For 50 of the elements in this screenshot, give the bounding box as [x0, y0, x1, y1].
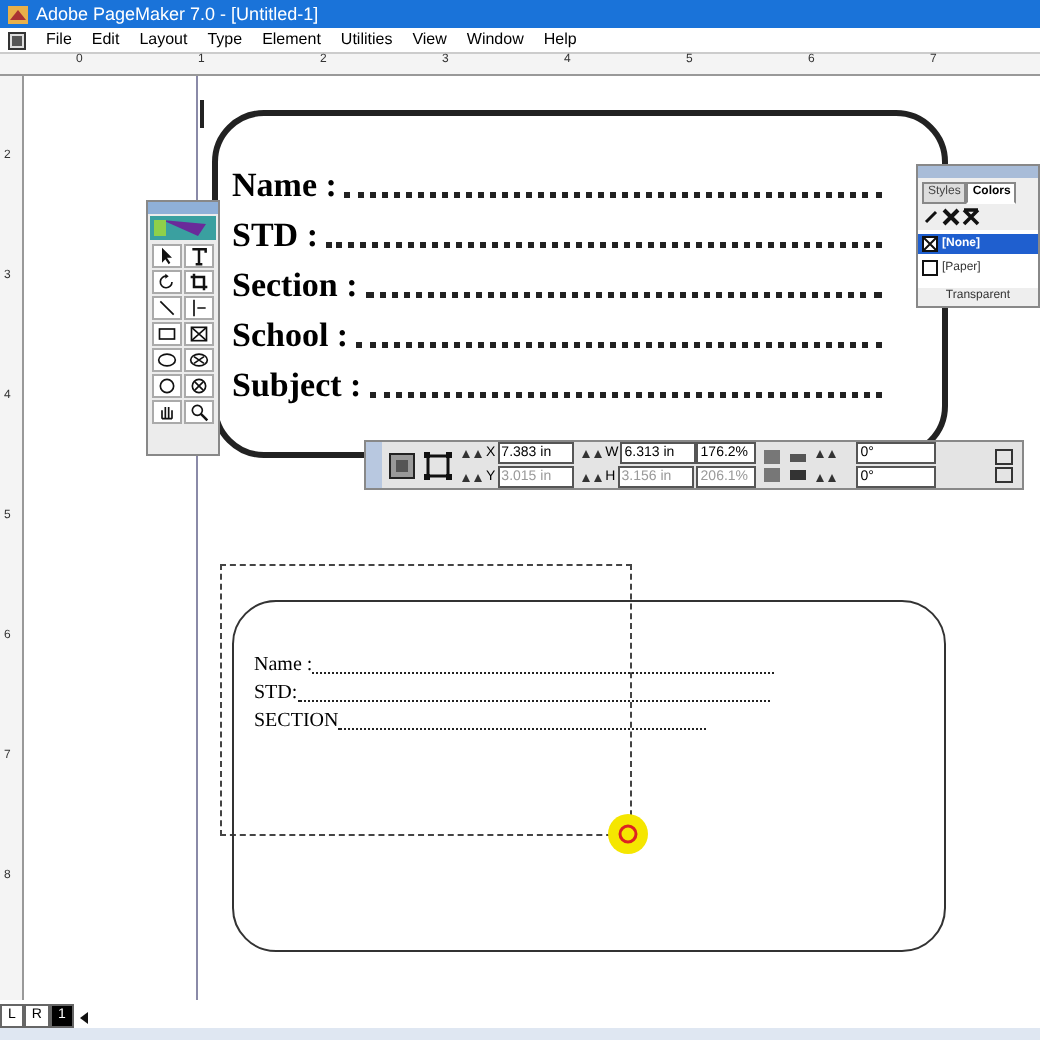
- menu-item[interactable]: Edit: [91, 32, 120, 48]
- nudge-icon[interactable]: [460, 447, 484, 459]
- scale-icon[interactable]: [762, 447, 783, 483]
- field-label: STD:: [254, 682, 298, 706]
- zoom-tool-icon[interactable]: [184, 400, 214, 424]
- menu-item[interactable]: Window: [466, 32, 524, 48]
- document-icon[interactable]: [8, 31, 26, 49]
- text-cursor: [200, 100, 206, 128]
- mouse-cursor-icon: [606, 812, 650, 856]
- crop-icon[interactable]: [184, 270, 214, 294]
- text-tool-icon[interactable]: [184, 244, 214, 268]
- menu-item[interactable]: Utilities: [340, 32, 393, 48]
- menu-item[interactable]: View: [412, 32, 447, 48]
- color-swatch-icon: [150, 216, 216, 240]
- nudge-icon[interactable]: [460, 471, 484, 483]
- field-label: Subject :: [232, 367, 362, 401]
- menu-item[interactable]: Layout: [139, 32, 188, 48]
- ellipse-tool-icon[interactable]: [152, 348, 182, 372]
- window-title: Adobe PageMaker 7.0 - [Untitled-1]: [36, 5, 319, 23]
- nudge-icon[interactable]: [579, 447, 604, 459]
- rectangle-frame-icon[interactable]: [184, 322, 214, 346]
- rotate-icon[interactable]: [152, 270, 182, 294]
- rectangle-tool-icon[interactable]: [152, 322, 182, 346]
- nudge-icon[interactable]: [579, 471, 604, 483]
- cross-icon[interactable]: [942, 208, 960, 226]
- app-icon: [8, 5, 28, 23]
- field-label: SECTION: [254, 710, 339, 734]
- field-label: STD :: [232, 217, 318, 251]
- pointer-icon[interactable]: [152, 244, 182, 268]
- boxed-cross-icon[interactable]: [962, 208, 980, 226]
- menu-item[interactable]: Help: [543, 32, 577, 48]
- apply-icon[interactable]: [994, 447, 1014, 483]
- hand-tool-icon[interactable]: [152, 400, 182, 424]
- field-label: Name :: [232, 167, 337, 201]
- field-label: Section :: [232, 267, 358, 301]
- pencil-icon[interactable]: [922, 208, 940, 226]
- polygon-frame-icon[interactable]: [184, 374, 214, 398]
- polygon-tool-icon[interactable]: [152, 374, 182, 398]
- menu-item[interactable]: Type: [207, 32, 243, 48]
- field-label: School :: [232, 317, 349, 351]
- nudge-icon[interactable]: [814, 471, 839, 483]
- field-label: Name :: [254, 654, 313, 678]
- reference-point-icon[interactable]: [422, 449, 454, 481]
- palette-grip[interactable]: [366, 442, 382, 488]
- ellipse-frame-icon[interactable]: [184, 348, 214, 372]
- nudge-icon[interactable]: [814, 447, 839, 459]
- line-tool-icon[interactable]: [152, 296, 182, 320]
- proxy-icon[interactable]: [388, 451, 416, 479]
- menu-item[interactable]: File: [46, 32, 72, 48]
- menu-item[interactable]: Element: [262, 32, 321, 48]
